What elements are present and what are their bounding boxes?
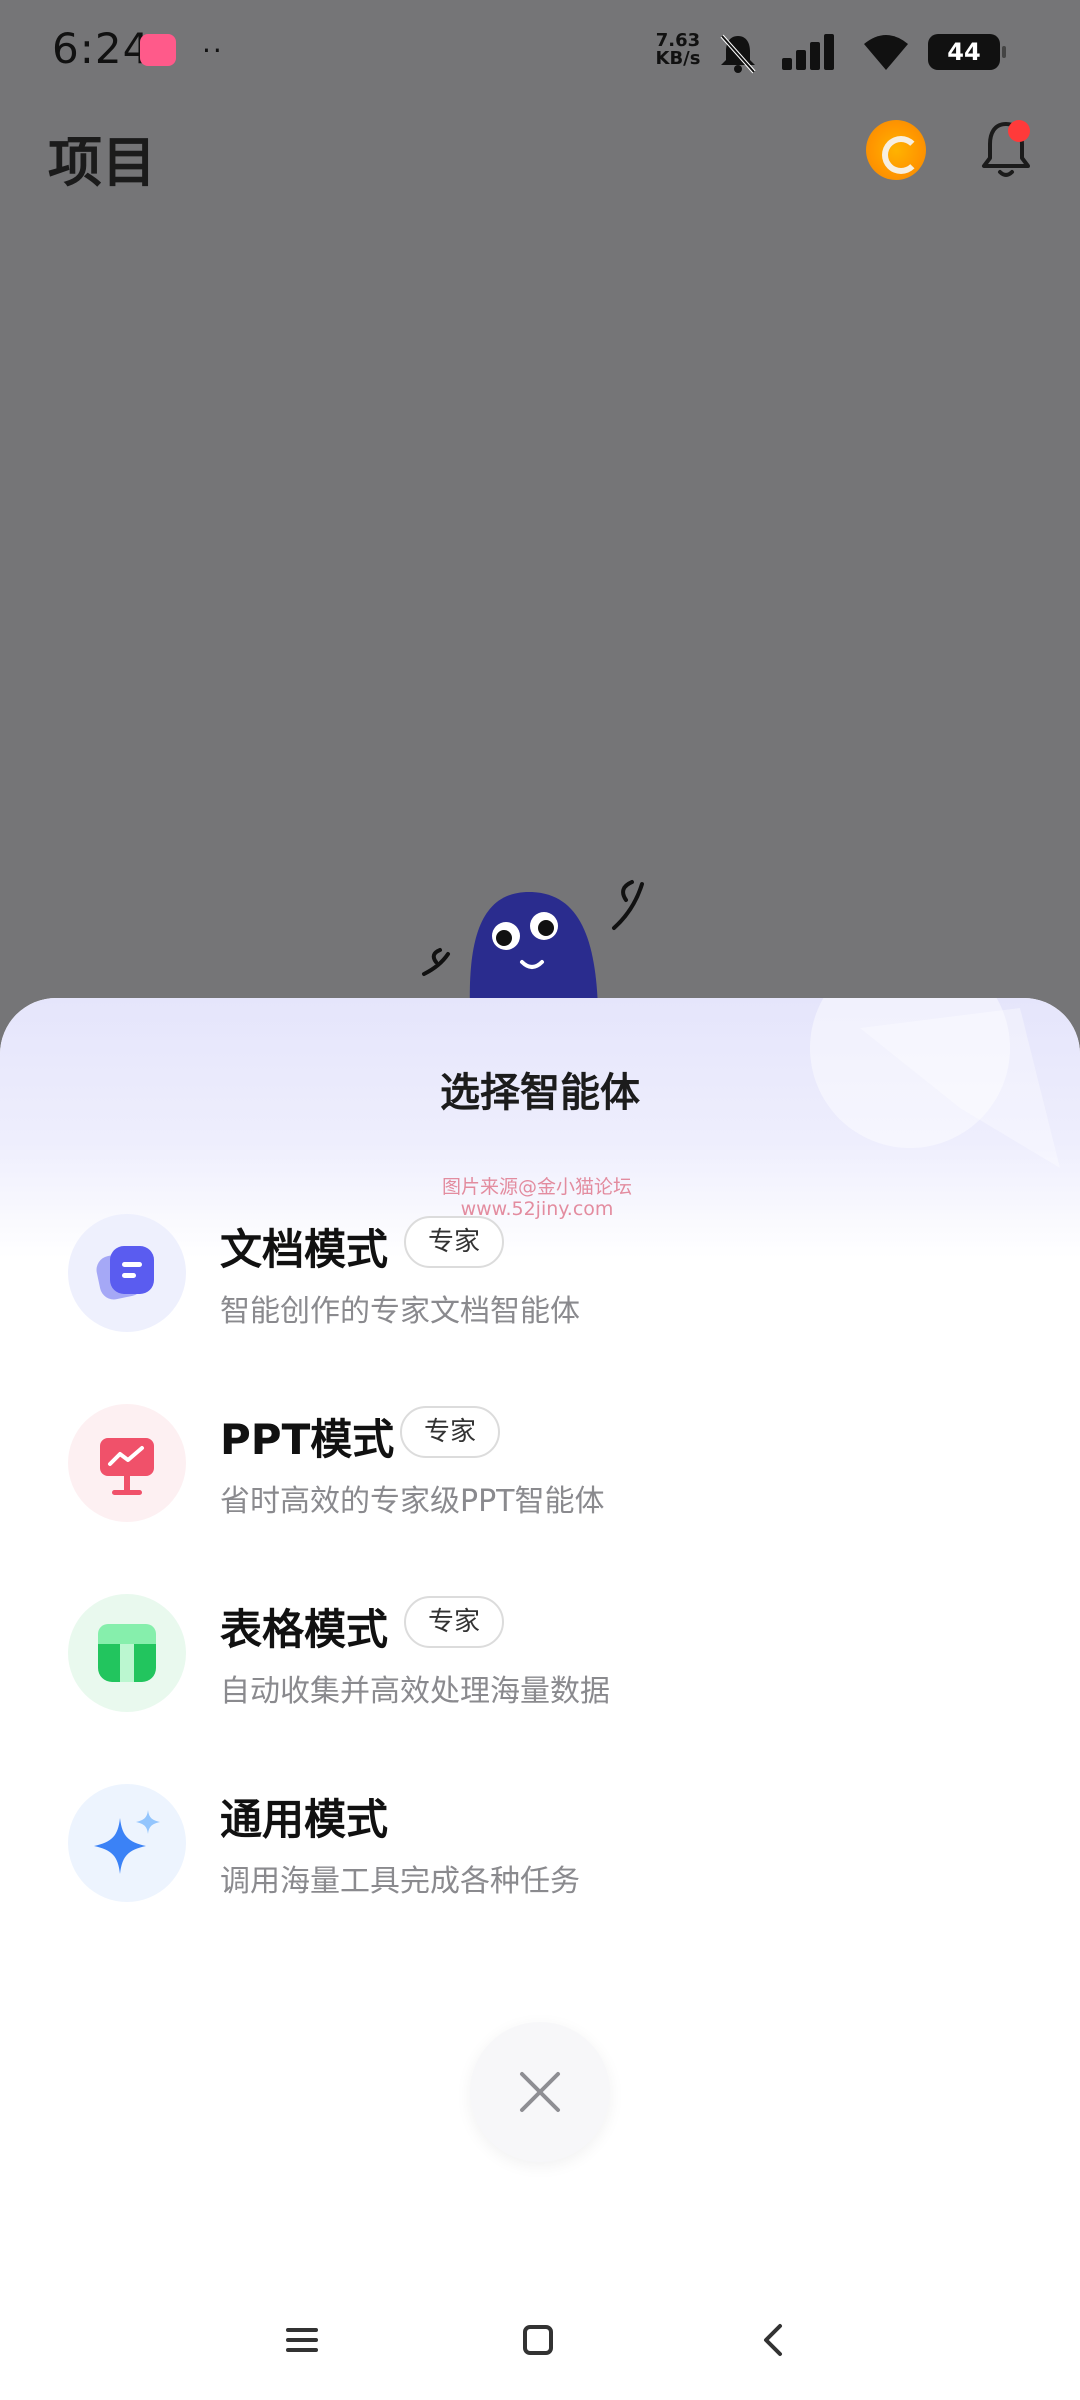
agent-select-sheet: 选择智能体 图片来源@金小猫论坛 www.52jiny.com 文档模式 专家 … (0, 998, 1080, 2400)
watermark-line: 图片来源@金小猫论坛 (442, 1176, 633, 1198)
sparkle-icon (68, 1784, 186, 1902)
mode-name: 表格模式 (220, 1605, 389, 1654)
battery-tip (1002, 46, 1006, 58)
mode-item-general[interactable]: 通用模式 调用海量工具完成各种任务 (0, 1766, 1080, 1916)
menu-icon[interactable] (270, 2308, 334, 2372)
expert-badge: 专家 (400, 1406, 501, 1458)
network-speed-unit: KB/s (655, 48, 701, 69)
network-speed: 7.63 KB/s (648, 32, 708, 68)
mode-name: 通用模式 (220, 1795, 389, 1844)
document-icon (68, 1214, 186, 1332)
wifi-icon (864, 35, 908, 70)
battery-icon: 44 (928, 34, 1000, 70)
coin-icon[interactable] (866, 120, 926, 180)
battery-level: 44 (947, 38, 981, 66)
table-icon (68, 1594, 186, 1712)
page-title: 项目 (48, 131, 156, 194)
signal-icon (782, 34, 834, 70)
status-time: 6:24 (52, 24, 151, 73)
expert-badge: 专家 (404, 1596, 505, 1648)
mode-item-table[interactable]: 表格模式 专家 自动收集并高效处理海量数据 (0, 1576, 1080, 1726)
mode-description: 省时高效的专家级PPT智能体 (220, 1484, 605, 1519)
back-icon[interactable] (742, 2308, 806, 2372)
app-notification-icon (140, 34, 176, 66)
bell-off-icon (720, 34, 756, 74)
notification-dot (1008, 120, 1030, 142)
mode-description: 智能创作的专家文档智能体 (220, 1294, 580, 1329)
mode-item-document[interactable]: 文档模式 专家 智能创作的专家文档智能体 (0, 1196, 1080, 1346)
mode-description: 调用海量工具完成各种任务 (220, 1864, 580, 1899)
status-dots: ·· (202, 34, 224, 67)
home-icon[interactable] (506, 2308, 570, 2372)
mascot-illustration (422, 880, 644, 1010)
mode-name: PPT模式 (220, 1415, 395, 1464)
mode-name: 文档模式 (220, 1225, 389, 1274)
mode-item-ppt[interactable]: PPT模式 专家 省时高效的专家级PPT智能体 (0, 1386, 1080, 1536)
screen: 6:24 ·· 7.63 KB/s 44 项目 选择智能体 图片来源@金小猫论坛… (0, 0, 1080, 2400)
mode-description: 自动收集并高效处理海量数据 (220, 1674, 610, 1709)
close-icon (520, 2072, 560, 2112)
presentation-icon (68, 1404, 186, 1522)
close-button[interactable] (470, 2022, 610, 2162)
navigation-bar (0, 2280, 1080, 2400)
sheet-title: 选择智能体 (440, 1070, 640, 1116)
status-bar: 6:24 ·· 7.63 KB/s 44 (0, 0, 1080, 104)
expert-badge: 专家 (404, 1216, 505, 1268)
